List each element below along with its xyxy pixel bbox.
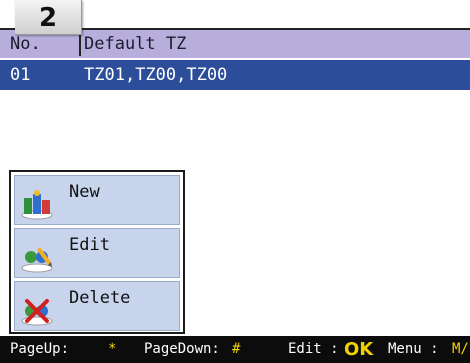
menu-item-label: Edit [69, 235, 110, 255]
row-number: 01 [10, 65, 31, 85]
footer-bar: PageUp: * PageDown: # Edit : OK Menu : M… [0, 336, 470, 363]
footer-edit-key: OK [344, 339, 374, 360]
menu-item-label: New [69, 182, 100, 202]
menu-item-new[interactable]: New [14, 175, 180, 225]
column-divider [79, 33, 81, 56]
delete-icon [21, 299, 53, 326]
footer-menu-label: Menu : [388, 341, 439, 357]
menu-item-label: Delete [69, 288, 131, 308]
footer-pageup-key: * [108, 341, 117, 357]
footer-edit-label: Edit : [288, 341, 339, 357]
menu-item-delete[interactable]: Delete [14, 281, 180, 331]
footer-pagedown-key: # [232, 341, 241, 357]
new-icon [21, 190, 53, 220]
footer-menu-key: M/ [452, 341, 469, 357]
context-menu: New Edit Delete [9, 170, 185, 334]
step-badge: 2 [15, 0, 82, 35]
table-row[interactable]: 01 TZ01,TZ00,TZ00 [0, 60, 470, 90]
column-header-default-tz: Default TZ [84, 34, 187, 54]
footer-pagedown-label: PageDown: [144, 341, 220, 357]
menu-item-edit[interactable]: Edit [14, 228, 180, 278]
edit-icon [21, 247, 53, 273]
footer-pageup-label: PageUp: [10, 341, 70, 357]
row-default-tz: TZ01,TZ00,TZ00 [84, 65, 228, 85]
